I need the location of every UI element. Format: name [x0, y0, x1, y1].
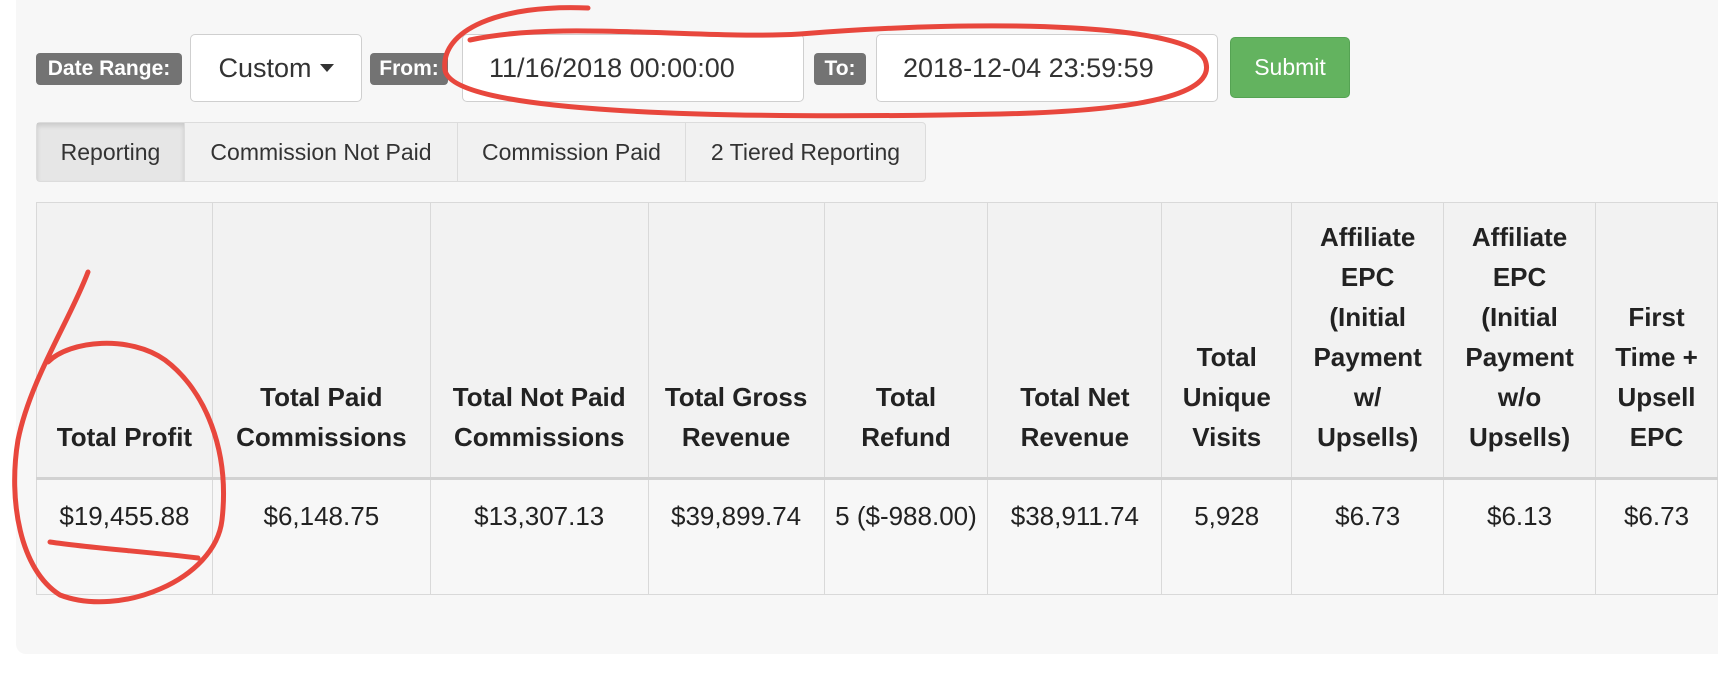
submit-button[interactable]: Submit: [1230, 37, 1350, 98]
cell-total-unique-visits: 5,928: [1161, 478, 1293, 595]
to-date-input[interactable]: 2018-12-04 23:59:59: [876, 34, 1218, 102]
table-row: $19,455.88 $6,148.75 $13,307.13 $39,899.…: [36, 478, 1718, 595]
from-date-value: 11/16/2018 00:00:00: [489, 52, 735, 83]
cell-total-gross-revenue: $39,899.74: [647, 478, 825, 595]
from-date-input[interactable]: 11/16/2018 00:00:00: [462, 34, 804, 102]
cell-affiliate-epc-with-upsells: $6.73: [1291, 478, 1445, 595]
header-total-not-paid-commissions: Total Not Paid Commissions: [429, 202, 649, 480]
cell-affiliate-epc-without-upsells: $6.13: [1443, 478, 1597, 595]
header-total-paid-commissions: Total Paid Commissions: [211, 202, 431, 480]
to-label: To:: [814, 53, 866, 85]
tab-commission-paid[interactable]: Commission Paid: [458, 123, 686, 181]
header-affiliate-epc-without-upsells: Affiliate EPC (Initial Payment w/o Upsel…: [1443, 202, 1597, 480]
from-label: From:: [370, 53, 448, 85]
header-affiliate-epc-with-upsells: Affiliate EPC (Initial Payment w/ Upsell…: [1291, 202, 1445, 480]
header-total-profit: Total Profit: [36, 202, 213, 480]
to-date-value: 2018-12-04 23:59:59: [903, 52, 1154, 83]
header-total-gross-revenue: Total Gross Revenue: [647, 202, 825, 480]
cell-total-not-paid-commissions: $13,307.13: [429, 478, 649, 595]
cell-first-time-upsell-epc: $6.73: [1595, 478, 1718, 595]
header-total-unique-visits: Total Unique Visits: [1161, 202, 1293, 480]
date-range-dropdown[interactable]: Custom: [190, 34, 362, 102]
header-total-refund: Total Refund: [823, 202, 989, 480]
report-tabs: Reporting Commission Not Paid Commission…: [36, 122, 926, 182]
header-first-time-upsell-epc: First Time + Upsell EPC: [1595, 202, 1718, 480]
cell-total-profit: $19,455.88: [36, 478, 213, 595]
table-header-row: Total Profit Total Paid Commissions Tota…: [36, 202, 1718, 480]
header-total-net-revenue: Total Net Revenue: [987, 202, 1163, 480]
tab-reporting[interactable]: Reporting: [37, 123, 185, 181]
cell-total-refund: 5 ($-988.00): [823, 478, 989, 595]
report-table: Total Profit Total Paid Commissions Tota…: [36, 202, 1718, 595]
cell-total-net-revenue: $38,911.74: [987, 478, 1163, 595]
cell-total-paid-commissions: $6,148.75: [211, 478, 431, 595]
caret-down-icon: [319, 64, 334, 72]
date-range-label: Date Range:: [36, 53, 182, 85]
tab-2-tiered-reporting[interactable]: 2 Tiered Reporting: [686, 123, 925, 181]
date-range-value: Custom: [218, 52, 312, 83]
tab-commission-not-paid[interactable]: Commission Not Paid: [185, 123, 458, 181]
